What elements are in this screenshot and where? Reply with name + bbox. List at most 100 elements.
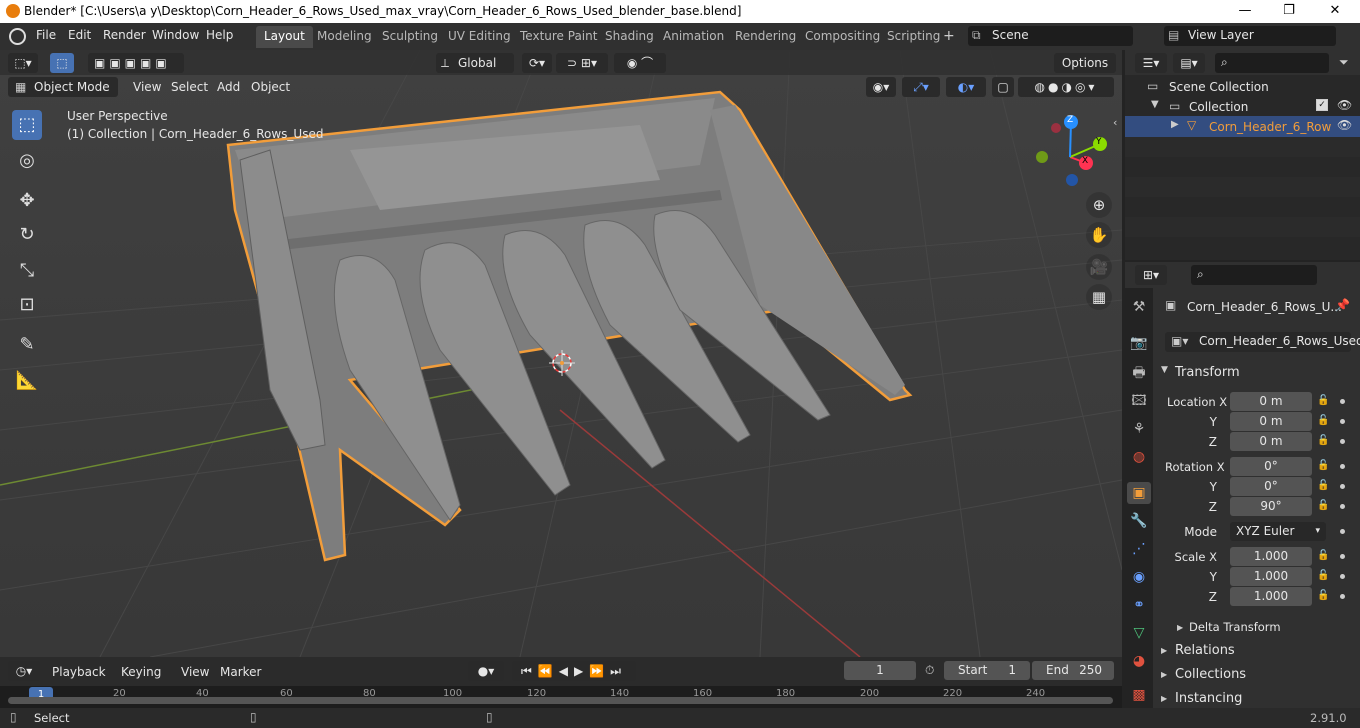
object-data-tab-icon[interactable]: ▽ [1127, 622, 1151, 644]
rotate-tool-icon[interactable]: ↻ [12, 220, 42, 250]
outliner-search-input[interactable]: ⌕ [1215, 53, 1329, 73]
overlays-toggle-icon[interactable]: ◐▾ [946, 77, 986, 97]
tab-layout[interactable]: Layout [256, 26, 313, 48]
mode-dropdown[interactable]: ▦ Object Mode [8, 77, 118, 97]
material-tab-icon[interactable]: ◕ [1127, 650, 1151, 672]
transform-expand-icon[interactable]: ▼ [1161, 365, 1168, 375]
location-z-field[interactable]: 0 m [1230, 432, 1312, 451]
keyframe-dot[interactable] [1340, 574, 1345, 579]
outliner-row-scene-collection[interactable]: ▭ Scene Collection [1125, 77, 1360, 97]
lock-icon[interactable]: 🔓 [1317, 590, 1329, 601]
timeline-menu-marker[interactable]: Marker [220, 665, 261, 679]
outliner-editor-icon[interactable]: ☰▾ [1135, 53, 1167, 73]
keyframe-dot[interactable] [1340, 484, 1345, 489]
shading-mode-icons[interactable]: ◍●◑◎▾ [1018, 77, 1114, 97]
visibility-icon[interactable]: ◉▾ [866, 77, 896, 97]
transform-tool-icon[interactable]: ⊡ [12, 290, 42, 320]
lock-icon[interactable]: 🔓 [1317, 415, 1329, 426]
transform-orientation-dropdown[interactable]: ⟂ Global [436, 53, 514, 73]
keyframe-dot[interactable] [1340, 529, 1345, 534]
viewport-menu-view[interactable]: View [133, 80, 161, 94]
proportional-editing-icon[interactable]: ◉ ⌒ [614, 53, 666, 73]
scale-z-field[interactable]: 1.000 [1230, 587, 1312, 606]
viewport-menu-object[interactable]: Object [251, 80, 290, 94]
menu-window[interactable]: Window [152, 28, 199, 42]
delta-expand-icon[interactable]: ▶ [1177, 623, 1183, 632]
object-eye-icon[interactable]: 👁 [1337, 118, 1352, 132]
location-y-field[interactable]: 0 m [1230, 412, 1312, 431]
collection-checkbox[interactable]: ✓ [1316, 99, 1328, 111]
editor-type-icon[interactable]: ⬚▾ [8, 53, 38, 73]
selection-mode-icons[interactable]: ▣▣▣▣▣ [88, 53, 184, 73]
scale-y-field[interactable]: 1.000 [1230, 567, 1312, 586]
transform-panel-header[interactable]: Transform [1175, 365, 1240, 380]
keyframe-dot[interactable] [1340, 554, 1345, 559]
select-box-tool-icon[interactable]: ⬚ [50, 53, 74, 73]
scale-x-field[interactable]: 1.000 [1230, 547, 1312, 566]
lock-icon[interactable]: 🔓 [1317, 550, 1329, 561]
rotation-y-field[interactable]: 0° [1230, 477, 1312, 496]
expand-right-icon[interactable]: ▶ [1171, 119, 1179, 130]
lock-icon[interactable]: 🔓 [1317, 480, 1329, 491]
timeline-ruler[interactable]: 1 20 40 60 80 100 120 140 160 180 200 22… [0, 686, 1122, 708]
keyframe-dot[interactable] [1340, 439, 1345, 444]
snapping-icon[interactable]: ⊃ ⊞▾ [556, 53, 608, 73]
modifiers-tab-icon[interactable]: 🔧 [1127, 510, 1151, 532]
playback-controls[interactable]: ⏮⏪◀▶⏩⏭ [512, 661, 636, 681]
gizmo-toggle-icon[interactable]: ⤢▾ [902, 77, 940, 97]
outliner-row-collection[interactable]: ▼ ▭ Collection ✓ 👁 [1125, 97, 1360, 117]
scene-selector[interactable]: ⧉ Scene [968, 26, 1133, 46]
constraints-tab-icon[interactable]: ⚭ [1127, 594, 1151, 616]
annotate-tool-icon[interactable]: ✎ [12, 330, 42, 360]
expand-down-icon[interactable]: ▼ [1151, 99, 1159, 110]
tab-shading[interactable]: Shading [597, 26, 662, 48]
timeline-menu-playback[interactable]: Playback [52, 665, 106, 679]
outliner-row-object[interactable]: ▶ ▽ Corn_Header_6_Row 👁 [1125, 116, 1360, 137]
object-name-field[interactable]: ▣▾ Corn_Header_6_Rows_Used [1165, 332, 1360, 352]
measure-tool-icon[interactable]: 📐 [12, 366, 42, 396]
timeline-scrollbar[interactable] [8, 697, 1113, 704]
tab-animation[interactable]: Animation [655, 26, 732, 48]
menu-edit[interactable]: Edit [68, 28, 91, 42]
viewport-menu-add[interactable]: Add [217, 80, 240, 94]
tab-modeling[interactable]: Modeling [309, 26, 380, 48]
blender-menu-icon[interactable] [9, 28, 26, 45]
menu-help[interactable]: Help [206, 28, 233, 42]
rotation-z-field[interactable]: 90° [1230, 497, 1312, 516]
keyframe-dot[interactable] [1340, 504, 1345, 509]
maximize-button[interactable]: ❐ [1266, 0, 1312, 23]
3d-viewport[interactable]: X Y Z ⬚▾ ⬚ ▣▣▣▣▣ ⟂ Global ⟳▾ ⊃ ⊞▾ ◉ ⌒ Op… [0, 50, 1122, 657]
options-dropdown[interactable]: Options [1054, 53, 1116, 73]
move-tool-icon[interactable]: ✥ [12, 186, 42, 216]
relations-panel-header[interactable]: Relations [1175, 643, 1235, 658]
world-tab-icon[interactable]: ◍ [1127, 446, 1151, 468]
collections-panel-header[interactable]: Collections [1175, 667, 1246, 682]
rotation-x-field[interactable]: 0° [1230, 457, 1312, 476]
filter-icon[interactable]: ⏷ [1339, 55, 1349, 70]
end-frame-field[interactable]: End 250 [1032, 661, 1114, 680]
camera-view-icon[interactable]: 🎥 [1086, 254, 1112, 280]
tab-uv-editing[interactable]: UV Editing [440, 26, 519, 48]
select-tool-icon[interactable]: ⬚ [12, 110, 42, 140]
delta-transform-subpanel[interactable]: Delta Transform [1189, 620, 1281, 634]
add-workspace-icon[interactable]: + [943, 28, 955, 44]
instancing-panel-header[interactable]: Instancing [1175, 691, 1242, 706]
lock-icon[interactable]: 🔓 [1317, 460, 1329, 471]
timeline-menu-keying[interactable]: Keying [121, 665, 161, 679]
pivot-point-icon[interactable]: ⟳▾ [522, 53, 552, 73]
render-tab-icon[interactable]: 📷 [1127, 332, 1151, 354]
zoom-icon[interactable]: ⊕ [1086, 192, 1112, 218]
tab-sculpting[interactable]: Sculpting [374, 26, 446, 48]
output-tab-icon[interactable]: 🖶 [1127, 362, 1151, 384]
physics-tab-icon[interactable]: ◉ [1127, 566, 1151, 588]
timer-icon[interactable]: ⏱ [925, 663, 934, 678]
keyframe-dot[interactable] [1340, 464, 1345, 469]
cursor-tool-icon[interactable]: ◎ [12, 146, 42, 176]
ortho-grid-icon[interactable]: ▦ [1086, 284, 1112, 310]
properties-editor-icon[interactable]: ⊞▾ [1135, 265, 1167, 285]
scene-tab-icon[interactable]: ⚘ [1127, 418, 1151, 440]
xray-toggle-icon[interactable]: ▢ [992, 77, 1014, 97]
tab-scripting[interactable]: Scripting [879, 26, 948, 48]
lock-icon[interactable]: 🔓 [1317, 570, 1329, 581]
texture-tab-icon[interactable]: ▩ [1127, 684, 1151, 706]
